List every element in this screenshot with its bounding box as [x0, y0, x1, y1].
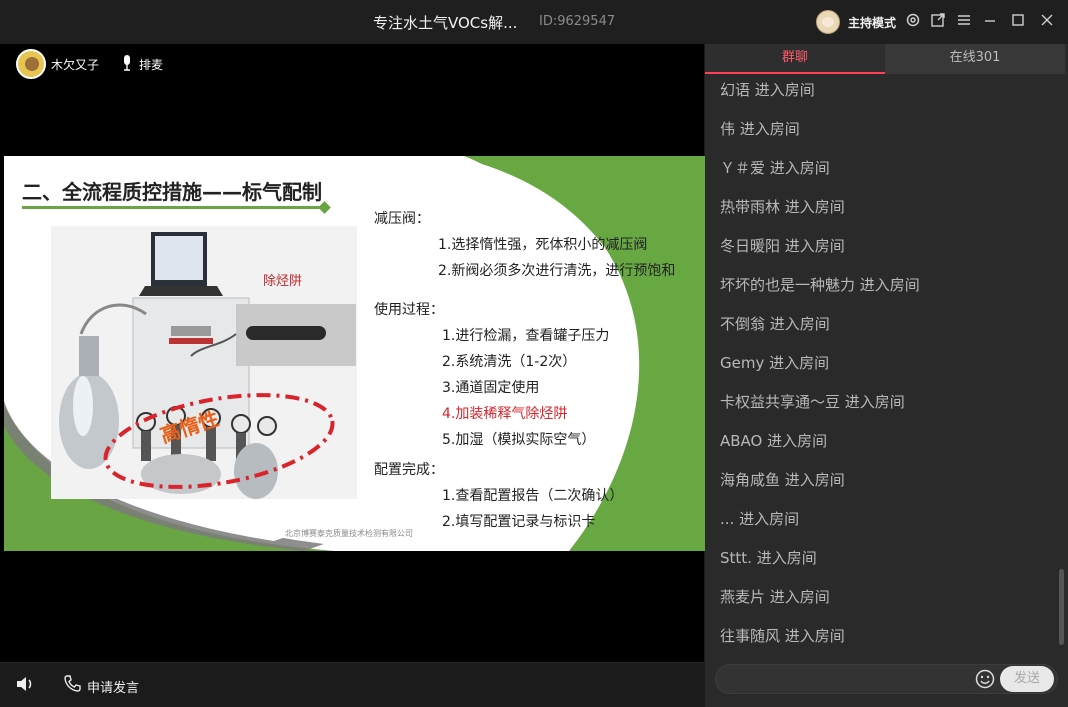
list-item: 燕麦片 进入房间 [720, 588, 830, 606]
list-item: 不倒翁 进入房间 [720, 315, 830, 333]
chat-message-list[interactable]: 幻语 进入房间 伟 进入房间 Ｙ＃爱 进入房间 热带雨林 进入房间 冬日暖阳 进… [705, 74, 1057, 664]
chat-scrollbar-track[interactable] [1058, 74, 1066, 654]
tab-group-chat[interactable]: 群聊 [705, 44, 885, 74]
list-item: 幻语 进入房间 [720, 81, 815, 99]
microphone-icon[interactable] [121, 55, 133, 71]
list-item: 冬日暖阳 进入房间 [720, 237, 845, 255]
tab-online-users[interactable]: 在线301 [885, 44, 1065, 74]
list-item: 坏坏的也是一种魅力 进入房间 [720, 276, 920, 294]
volume-icon[interactable] [16, 676, 34, 692]
list-item: Gemy 进入房间 [720, 354, 830, 372]
title-bar: 专注水土气VOCs解... ID:9629547 主持模式 [0, 0, 1068, 44]
popout-icon[interactable] [929, 12, 947, 30]
slide-text-line: 3.通道固定使用 [442, 380, 540, 396]
close-icon[interactable] [1038, 12, 1056, 30]
video-area: 木欠又子 排麦 二、全流程质控措施——标气配制 除烃阱 高惰性 减压阀： 1.选… [0, 44, 705, 662]
presenter-name: 木欠又子 [51, 58, 100, 72]
slide-text-line: 减压阀： [374, 211, 430, 227]
emoji-icon[interactable] [975, 669, 995, 689]
slide-text-line: 1.查看配置报告（二次确认） [442, 488, 624, 504]
presentation-slide: 二、全流程质控措施——标气配制 除烃阱 高惰性 减压阀： 1.选择惰性强，死体积… [4, 156, 705, 551]
equipment-photo [51, 226, 357, 499]
phone-icon[interactable] [64, 675, 81, 692]
list-item: 热带雨林 进入房间 [720, 198, 845, 216]
slide-footer-company: 北京博赛泰克质量技术检测有限公司 [285, 529, 413, 538]
apply-speak-button[interactable]: 申请发言 [87, 677, 139, 696]
list-item: 海角咸鱼 进入房间 [720, 471, 845, 489]
send-button[interactable]: 发送 [1000, 666, 1054, 692]
host-avatar[interactable] [816, 10, 840, 34]
list-item: ... 进入房间 [720, 510, 800, 528]
room-id: ID:9629547 [539, 14, 616, 29]
slide-text-line: 2.系统清洗（1-2次） [442, 354, 577, 370]
menu-icon[interactable] [955, 12, 973, 30]
slide-text-line: 1.选择惰性强，死体积小的减压阀 [438, 237, 648, 253]
slide-text-line: 1.进行检漏，查看罐子压力 [442, 328, 610, 344]
slide-text-line: 2.填写配置记录与标识卡 [442, 514, 596, 530]
window-title: 专注水土气VOCs解... [373, 14, 518, 32]
list-item: 卡权益共享通～豆 进入房间 [720, 393, 905, 411]
slide-text-highlight: 4.加装稀释气除烃阱 [442, 406, 568, 422]
list-item: ABAO 进入房间 [720, 432, 828, 450]
minimize-icon[interactable] [981, 12, 999, 30]
gear-icon[interactable] [904, 12, 922, 30]
list-item: Ｙ＃爱 进入房间 [720, 159, 830, 177]
bottom-toolbar: 申请发言 [0, 662, 704, 707]
slide-title: 二、全流程质控措施——标气配制 [22, 180, 322, 204]
chat-scrollbar-thumb[interactable] [1059, 569, 1064, 645]
slide-text-line: 配置完成： [374, 462, 444, 478]
maximize-icon[interactable] [1009, 12, 1027, 30]
chat-panel: 群聊 在线301 幻语 进入房间 伟 进入房间 Ｙ＃爱 进入房间 热带雨林 进入… [705, 44, 1068, 707]
list-item: Sttt. 进入房间 [720, 549, 817, 567]
mic-queue-button[interactable]: 排麦 [139, 56, 163, 73]
presenter-avatar[interactable] [16, 49, 46, 79]
host-mode-label[interactable]: 主持模式 [848, 14, 896, 31]
slide-text-line: 4.加装稀释气除烃阱 [442, 403, 567, 423]
slide-text-line: 5.加湿（模拟实际空气） [442, 432, 596, 448]
slide-text-line: 2.新阀必须多次进行清洗，进行预饱和 [438, 263, 676, 279]
list-item: 往事随风 进入房间 [720, 627, 845, 645]
title-underline [22, 206, 324, 209]
slide-text-line: 使用过程： [374, 302, 444, 318]
list-item: 伟 进入房间 [720, 120, 800, 138]
photo-label-hydrocarbon-trap: 除烃阱 [263, 274, 303, 289]
